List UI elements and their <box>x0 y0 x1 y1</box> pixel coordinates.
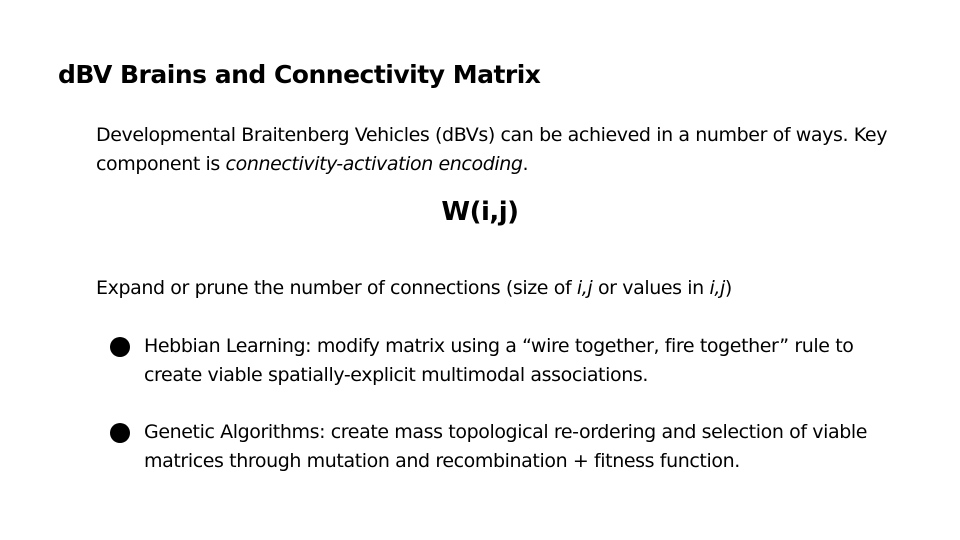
intro-paragraph: Developmental Braitenberg Vehicles (dBVs… <box>96 121 896 179</box>
expand-emphasis-1: i,j <box>576 277 593 299</box>
expand-emphasis-2: i,j <box>709 277 725 299</box>
expand-text-3: ) <box>724 277 732 299</box>
bullet-text: Hebbian Learning: modify matrix using a … <box>144 335 854 386</box>
intro-emphasis: connectivity-activation encoding <box>225 153 523 175</box>
bullet-dot-icon <box>110 337 130 357</box>
expand-paragraph: Expand or prune the number of connection… <box>96 274 916 303</box>
slide-title: dBV Brains and Connectivity Matrix <box>58 60 541 89</box>
slide: dBV Brains and Connectivity Matrix Devel… <box>0 0 960 540</box>
formula: W(i,j) <box>441 197 519 227</box>
bullet-dot-icon <box>110 423 130 443</box>
expand-text-1: Expand or prune the number of connection… <box>96 277 577 299</box>
intro-text-end: . <box>522 153 529 175</box>
expand-text-2: or values in <box>592 277 710 299</box>
bullet-text: Genetic Algorithms: create mass topologi… <box>144 421 868 472</box>
